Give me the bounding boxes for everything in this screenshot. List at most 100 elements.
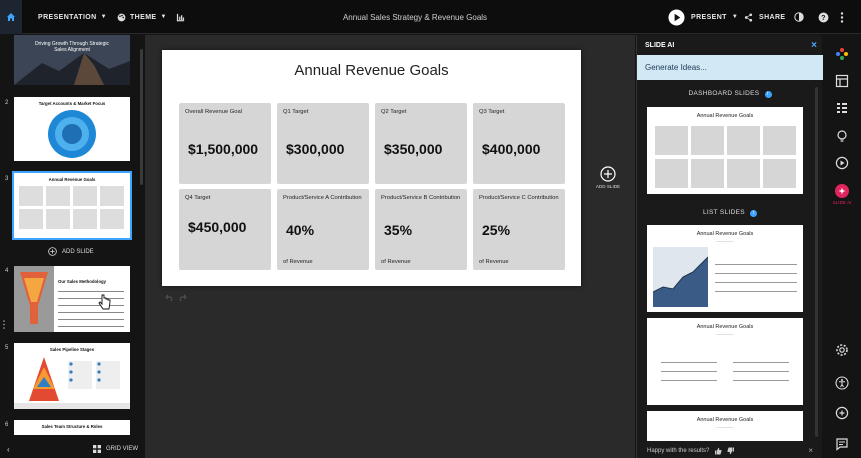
slide-thumbnail-panel: Driving Growth Through Strategic Sales A… — [0, 35, 144, 458]
slide-thumbnail-title: Driving Growth Through Strategic Sales A… — [34, 41, 110, 53]
reorder-button[interactable] — [835, 101, 849, 115]
share-icon — [744, 12, 753, 22]
grid-icon — [93, 445, 101, 453]
more-vertical-icon — [840, 11, 844, 23]
slide-thumbnail-1[interactable]: Driving Growth Through Strategic Sales A… — [14, 35, 130, 85]
suggestion-title: Annual Revenue Goals — [696, 417, 754, 423]
accessibility-button[interactable] — [835, 376, 849, 390]
thumbs-up-icon[interactable] — [714, 447, 722, 455]
accessibility-icon — [835, 376, 849, 390]
document-title: Annual Sales Strategy & Revenue Goals — [342, 12, 488, 22]
list-slide-suggestion[interactable]: Annual Revenue Goals ──────── — [647, 411, 803, 441]
metric-label: Overall Revenue Goal — [185, 109, 243, 115]
suggestion-text-lines — [733, 358, 789, 382]
undo-icon[interactable] — [165, 294, 173, 301]
feedback-label: Happy with the results? — [647, 447, 710, 454]
home-button[interactable] — [0, 0, 22, 34]
contrast-toggle[interactable] — [794, 0, 804, 34]
slide-number: 4 — [5, 268, 9, 274]
play-circle-icon — [835, 156, 849, 170]
chart-image — [653, 247, 708, 307]
metric-subtext: of Revenue — [479, 259, 509, 265]
suggestion-subtitle: ──────── — [716, 425, 734, 429]
metric-card[interactable]: Q3 Target $400,000 — [473, 103, 565, 184]
feedback-bar: Happy with the results? × — [637, 443, 823, 458]
thumbnail-scrollbar[interactable] — [140, 49, 143, 185]
chevron-down-icon: ▼ — [100, 14, 107, 20]
presentation-menu[interactable]: PRESENTATION ▼ — [38, 0, 107, 34]
slide-ai-label: SLIDE AI — [832, 200, 852, 205]
metric-value: 40% — [286, 222, 315, 238]
metric-card[interactable]: Q2 Target $350,000 — [375, 103, 467, 184]
close-icon[interactable]: × — [811, 40, 817, 51]
redo-icon[interactable] — [179, 294, 187, 301]
hand-cursor-icon — [98, 294, 111, 310]
info-icon[interactable]: i — [749, 210, 757, 217]
target-diagram — [48, 110, 96, 158]
metric-card[interactable]: Product/Service C Contribution 25% of Re… — [473, 189, 565, 270]
thumbs-down-icon[interactable] — [727, 447, 735, 455]
integrations-button[interactable] — [835, 47, 849, 61]
slide-thumbnail-6[interactable]: Sales Team Structure & Roles — [14, 420, 130, 435]
drag-handle-icon[interactable] — [3, 320, 5, 329]
thumbnail-text-lines — [58, 288, 124, 328]
slide-thumbnail-5[interactable]: Sales Pipeline Stages — [14, 343, 130, 409]
presentation-menu-label: PRESENTATION — [38, 13, 97, 21]
dashboard-slides-label: DASHBOARD SLIDES — [688, 90, 760, 97]
slide-editor: Annual Revenue Goals Overall Revenue Goa… — [145, 35, 635, 458]
add-slide-button[interactable]: ADD SLIDE — [591, 166, 625, 189]
theme-menu[interactable]: THEME ▼ — [117, 0, 167, 34]
list-slide-suggestion[interactable]: Annual Revenue Goals ──────── — [647, 318, 803, 405]
pyramid-diagram — [14, 357, 130, 409]
add-comment-button[interactable] — [835, 406, 849, 420]
metric-card[interactable]: Product/Service A Contribution 40% of Re… — [277, 189, 369, 270]
slide-number: 6 — [5, 422, 9, 428]
settings-button[interactable] — [835, 343, 849, 357]
slide-thumbnail-3[interactable]: Annual Revenue Goals — [12, 171, 132, 240]
slide-number: 3 — [5, 176, 9, 182]
close-icon[interactable]: × — [808, 446, 813, 455]
ai-panel-scrollbar[interactable] — [815, 87, 818, 437]
slide-ai-button[interactable] — [835, 184, 849, 198]
chevron-down-icon: ▼ — [731, 14, 739, 20]
add-slide-inline-button[interactable]: ADD SLIDE — [48, 247, 94, 256]
grid-view-label: GRID VIEW — [106, 446, 139, 452]
share-button[interactable]: SHARE — [744, 0, 786, 34]
suggestion-preview-grid — [655, 126, 796, 190]
metric-value: 35% — [384, 222, 413, 238]
play-media-button[interactable] — [835, 156, 849, 170]
chat-button[interactable] — [835, 437, 849, 451]
help-button[interactable]: ? — [818, 0, 829, 34]
slide-thumbnail-4[interactable]: Our Sales Methodology — [14, 266, 130, 332]
metric-card[interactable]: Product/Service B Contribution 35% of Re… — [375, 189, 467, 270]
layout-button[interactable] — [835, 74, 849, 88]
layout-icon — [835, 74, 849, 88]
more-button[interactable] — [840, 0, 844, 34]
present-button[interactable]: PRESENT ▼ — [668, 0, 738, 34]
metric-label: Product/Service C Contribution — [479, 195, 559, 201]
chevron-left-icon[interactable]: ‹ — [7, 445, 10, 454]
metric-subtext: of Revenue — [381, 259, 411, 265]
slide-thumbnail-2[interactable]: Target Accounts & Market Focus — [14, 97, 130, 161]
present-label: PRESENT — [691, 13, 727, 21]
suggestion-subtitle: ──────── — [716, 239, 734, 243]
gear-icon — [836, 344, 848, 356]
metric-label: Q3 Target — [479, 109, 505, 115]
ideas-button[interactable] — [835, 129, 849, 143]
info-icon[interactable]: i — [764, 91, 772, 98]
metric-card[interactable]: Overall Revenue Goal $1,500,000 — [179, 103, 271, 184]
dashboard-slide-suggestion[interactable]: Annual Revenue Goals — [647, 107, 803, 194]
chart-button[interactable] — [176, 0, 185, 34]
metric-card[interactable]: Q1 Target $300,000 — [277, 103, 369, 184]
generate-ideas-button[interactable]: Generate Ideas... — [637, 55, 823, 80]
slide-title[interactable]: Annual Revenue Goals — [162, 62, 581, 79]
bar-chart-icon — [176, 13, 185, 21]
lightbulb-icon — [837, 130, 847, 142]
grid-view-button[interactable]: GRID VIEW — [93, 445, 138, 453]
metric-label: Q1 Target — [283, 109, 309, 115]
funnel-image — [14, 266, 54, 332]
slide-canvas[interactable]: Annual Revenue Goals Overall Revenue Goa… — [162, 50, 581, 286]
slide-number: 5 — [5, 345, 9, 351]
list-slide-suggestion[interactable]: Annual Revenue Goals ──────── — [647, 225, 803, 312]
metric-card[interactable]: Q4 Target $450,000 — [179, 189, 271, 270]
